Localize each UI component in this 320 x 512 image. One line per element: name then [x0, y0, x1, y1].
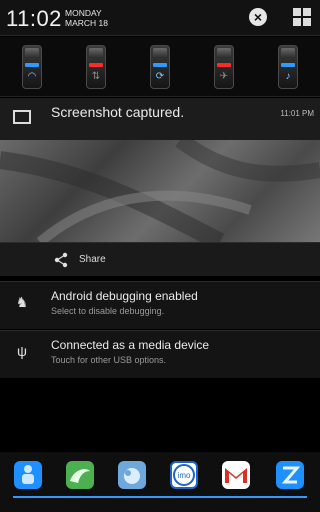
gmail-icon[interactable] — [222, 461, 250, 489]
sound-mute-icon: ♪ — [285, 71, 291, 82]
toggle-indicator — [153, 63, 167, 67]
airplane-icon: ✈ — [219, 71, 229, 82]
rotate-icon: ⟳ — [155, 71, 165, 82]
image-icon — [13, 110, 31, 124]
data-toggle[interactable]: ⇅ — [86, 45, 106, 89]
imo-icon[interactable]: imo — [170, 461, 198, 489]
sound-toggle[interactable]: ♪ — [278, 45, 298, 89]
grid-icon — [293, 18, 301, 26]
share-label: Share — [79, 254, 106, 265]
app-cloud-icon — [124, 468, 140, 484]
toggle-cap — [281, 48, 295, 58]
wifi-toggle[interactable]: ◠ — [22, 45, 42, 89]
app-blue-z-icon[interactable] — [276, 461, 304, 489]
quick-settings-button[interactable] — [293, 8, 311, 26]
dolphin-browser-icon[interactable] — [66, 461, 94, 489]
grid-icon — [303, 8, 311, 16]
android-icon: ♞ — [15, 294, 29, 310]
dolphin-browser-icon — [70, 469, 90, 483]
toggle-indicator — [89, 63, 103, 67]
gmail-icon — [225, 468, 247, 483]
app-dock: imo — [0, 452, 320, 512]
toggle-cap — [153, 48, 167, 58]
airplane-toggle[interactable]: ✈ — [214, 45, 234, 89]
toggle-cap — [25, 48, 39, 58]
dock-accent-line — [13, 496, 307, 498]
screenshot-notification[interactable]: Screenshot captured. 11:01 PM Share — [0, 98, 320, 276]
share-icon — [54, 252, 68, 268]
date-value: MARCH 18 — [65, 18, 108, 28]
debugging-notification[interactable]: ♞ Android debugging enabled Select to di… — [0, 281, 320, 329]
grid-icon — [293, 8, 301, 16]
share-action[interactable]: Share — [0, 242, 320, 276]
notification-title: Android debugging enabled — [51, 289, 198, 303]
close-circle-icon: × — [253, 9, 263, 25]
screenshot-preview — [0, 133, 320, 250]
preview-image — [0, 133, 320, 250]
toggle-cap — [217, 48, 231, 58]
status-header: 11:02 MONDAY MARCH 18 × — [0, 0, 320, 36]
toggle-indicator — [281, 63, 295, 67]
toggle-indicator — [217, 63, 231, 67]
data-arrows-icon: ⇅ — [91, 71, 101, 82]
app-cloud-icon[interactable] — [118, 461, 146, 489]
toggle-indicator — [25, 63, 39, 67]
notification-title: Screenshot captured. — [51, 104, 185, 120]
day-label: MONDAY — [65, 8, 102, 18]
quick-toggles: ◠ ⇅ ⟳ ✈ ♪ — [0, 37, 320, 97]
notification-subtitle: Select to disable debugging. — [51, 306, 165, 316]
svg-text:imo: imo — [178, 471, 191, 480]
app-blue-z-icon — [281, 466, 301, 484]
notification-title: Connected as a media device — [51, 338, 210, 352]
date-label: MONDAY MARCH 18 — [65, 8, 108, 28]
rotate-toggle[interactable]: ⟳ — [150, 45, 170, 89]
usb-notification[interactable]: ψ Connected as a media device Touch for … — [0, 330, 320, 378]
wifi-icon: ◠ — [27, 71, 37, 82]
notification-time: 11:01 PM — [280, 109, 314, 118]
clock: 11:02 — [6, 6, 62, 31]
app-blue-person-icon — [22, 465, 34, 484]
notification-subtitle: Touch for other USB options. — [51, 355, 167, 365]
app-blue-person-icon[interactable] — [14, 461, 42, 489]
grid-icon — [303, 18, 311, 26]
usb-icon: ψ — [17, 343, 27, 359]
clear-notifications-button[interactable]: × — [249, 8, 267, 26]
imo-icon: imo — [173, 464, 195, 486]
toggle-cap — [89, 48, 103, 58]
